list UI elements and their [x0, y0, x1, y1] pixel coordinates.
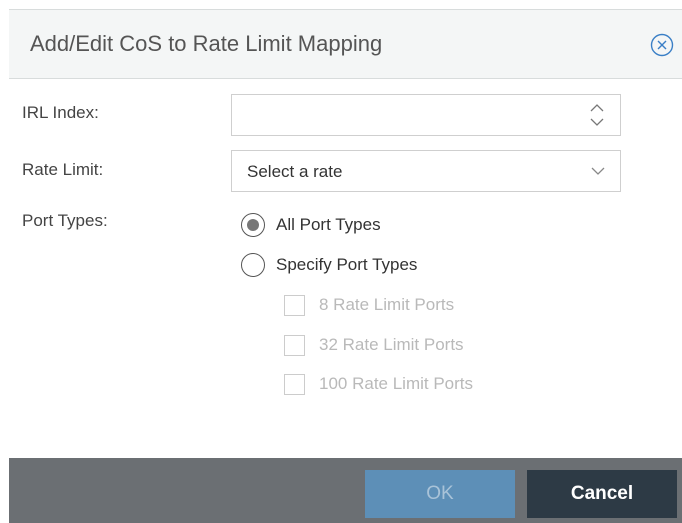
radio-label: Specify Port Types	[276, 255, 418, 274]
checkbox-100-rate-limit-ports[interactable]: 100 Rate Limit Ports	[284, 372, 473, 396]
checkbox-label: 100 Rate Limit Ports	[319, 374, 474, 393]
cancel-button[interactable]: Cancel	[527, 470, 677, 518]
checkbox-label: 8 Rate Limit Ports	[319, 295, 455, 314]
rate-limit-selected-value: Select a rate	[247, 162, 343, 181]
rate-limit-select[interactable]: Select a rate	[231, 150, 621, 192]
checkbox-8-rate-limit-ports[interactable]: 8 Rate Limit Ports	[284, 293, 454, 317]
radio-button-checked[interactable]	[241, 213, 265, 237]
dialog-footer: OK Cancel	[9, 458, 682, 523]
irl-index-label: IRL Index:	[22, 103, 99, 122]
radio-specify-port-types[interactable]: Specify Port Types	[241, 252, 417, 278]
checkbox[interactable]	[284, 334, 305, 356]
chevron-down-icon	[590, 164, 606, 178]
checkbox[interactable]	[284, 294, 305, 316]
checkbox[interactable]	[284, 373, 305, 395]
dialog-title: Add/Edit CoS to Rate Limit Mapping	[30, 31, 383, 56]
rate-limit-label: Rate Limit:	[22, 160, 104, 179]
rate-limit-mapping-dialog: Add/Edit CoS to Rate Limit Mapping IRL I…	[0, 0, 682, 523]
checkbox-label: 32 Rate Limit Ports	[319, 335, 464, 354]
radio-label: All Port Types	[276, 215, 381, 234]
dialog-titlebar: Add/Edit CoS to Rate Limit Mapping	[9, 9, 682, 79]
irl-index-field[interactable]	[231, 94, 621, 137]
spinner-icon[interactable]	[588, 102, 606, 128]
close-icon[interactable]	[650, 33, 674, 57]
irl-index-input[interactable]	[244, 95, 578, 137]
checkbox-32-rate-limit-ports[interactable]: 32 Rate Limit Ports	[284, 333, 464, 357]
port-types-label: Port Types:	[22, 211, 108, 230]
radio-all-port-types[interactable]: All Port Types	[241, 212, 381, 238]
ok-button[interactable]: OK	[365, 470, 515, 518]
radio-button[interactable]	[241, 253, 265, 277]
